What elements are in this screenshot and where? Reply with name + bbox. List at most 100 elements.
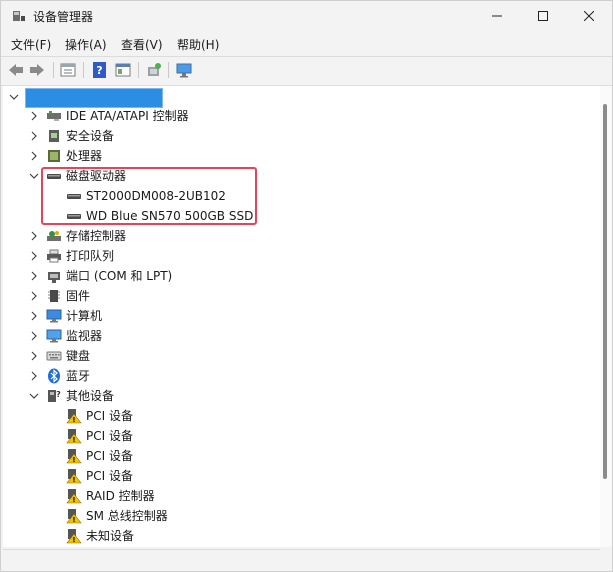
- other-device-label: PCI 设备: [86, 409, 133, 423]
- chevron-right-icon[interactable]: [29, 111, 39, 121]
- disk-drive-item[interactable]: ST2000DM008-2UB102: [66, 186, 226, 206]
- minimize-button[interactable]: [474, 1, 520, 31]
- svg-text:!: !: [72, 436, 75, 444]
- tree-item-label: 打印队列: [66, 249, 115, 263]
- disk-drive-icon: [67, 214, 81, 219]
- menu-file[interactable]: 文件(F): [11, 36, 51, 53]
- tree-item-label: 计算机: [66, 309, 103, 323]
- toolbar-separator: [138, 62, 139, 78]
- chevron-down-icon[interactable]: [29, 391, 39, 401]
- disk-drive-label: ST2000DM008-2UB102: [86, 189, 226, 203]
- tree-item-bluetooth[interactable]: 蓝牙: [46, 366, 90, 386]
- window-title: 设备管理器: [33, 10, 94, 24]
- tree-item-storage-controller[interactable]: 存储控制器: [46, 226, 126, 246]
- chevron-right-icon[interactable]: [29, 231, 39, 241]
- tree-item-computer[interactable]: 计算机: [46, 306, 102, 326]
- maximize-icon: [538, 11, 548, 21]
- tree-item-label: 磁盘驱动器: [66, 169, 127, 183]
- properties-icon[interactable]: [59, 61, 77, 79]
- back-arrow-icon[interactable]: [7, 61, 25, 79]
- tree-item-ide[interactable]: IDE ATA/ATAPI 控制器: [46, 106, 189, 126]
- view-icon[interactable]: [114, 61, 132, 79]
- menu-help[interactable]: 帮助(H): [177, 36, 219, 53]
- warning-device-icon: !: [66, 449, 82, 464]
- device-tree[interactable]: IDE ATA/ATAPI 控制器 安全设备 处理器 磁盘驱动器 ST2000D…: [3, 86, 600, 547]
- tree-item-label: 安全设备: [66, 129, 115, 143]
- firmware-icon: [48, 290, 60, 302]
- title-bar: 设备管理器: [1, 1, 612, 31]
- other-device-item[interactable]: ! PCI 设备: [66, 406, 133, 426]
- tree-item-print-queue[interactable]: 打印队列: [46, 246, 114, 266]
- vertical-scrollbar[interactable]: [600, 86, 612, 547]
- other-device-item[interactable]: ! RAID 控制器: [66, 486, 155, 506]
- computer-icon: [46, 309, 62, 323]
- tree-item-disk-drives[interactable]: 磁盘驱动器: [46, 166, 126, 186]
- svg-text:!: !: [72, 516, 75, 524]
- chevron-right-icon[interactable]: [29, 351, 39, 361]
- scan-hardware-icon[interactable]: [145, 61, 163, 79]
- help-icon[interactable]: ?: [91, 61, 109, 79]
- other-devices-icon: ?: [48, 390, 61, 402]
- display-icon[interactable]: [175, 61, 193, 79]
- toolbar-separator: [53, 62, 54, 78]
- ide-controller-icon: [47, 111, 61, 121]
- forward-arrow-icon[interactable]: [28, 61, 46, 79]
- other-device-item[interactable]: ! PCI 设备: [66, 446, 133, 466]
- chevron-right-icon[interactable]: [29, 251, 39, 261]
- tree-item-processor[interactable]: 处理器: [46, 146, 102, 166]
- chevron-down-icon[interactable]: [29, 171, 39, 181]
- other-device-item[interactable]: ! 未知设备: [66, 526, 134, 546]
- scrollbar-thumb[interactable]: [603, 104, 607, 479]
- maximize-button[interactable]: [520, 1, 566, 31]
- tree-item-monitor[interactable]: 监视器: [46, 326, 102, 346]
- warning-device-icon: !: [66, 429, 82, 444]
- other-device-item[interactable]: ! PCI 设备: [66, 426, 133, 446]
- other-device-item[interactable]: ! SM 总线控制器: [66, 506, 168, 526]
- chevron-right-icon[interactable]: [29, 371, 39, 381]
- warning-device-icon: !: [66, 409, 82, 424]
- disk-drive-icon: [67, 194, 81, 199]
- other-device-item[interactable]: ! PCI 设备: [66, 466, 133, 486]
- tree-item-security[interactable]: 安全设备: [46, 126, 114, 146]
- other-device-label: PCI 设备: [86, 449, 133, 463]
- svg-text:!: !: [72, 476, 75, 484]
- tree-item-firmware[interactable]: 固件: [46, 286, 90, 306]
- menu-bar: 文件(F) 操作(A) 查看(V) 帮助(H): [1, 33, 612, 55]
- chevron-right-icon[interactable]: [29, 311, 39, 321]
- tree-item-label: 其他设备: [66, 389, 115, 403]
- svg-text:!: !: [72, 416, 75, 424]
- close-button[interactable]: [566, 1, 612, 31]
- tree-item-keyboard[interactable]: 键盘: [46, 346, 90, 366]
- other-device-label: PCI 设备: [86, 469, 133, 483]
- menu-action[interactable]: 操作(A): [65, 36, 107, 53]
- chevron-right-icon[interactable]: [29, 271, 39, 281]
- other-device-label: SM 总线控制器: [86, 509, 168, 523]
- printer-icon: [47, 249, 61, 263]
- disk-drive-label: WD Blue SN570 500GB SSD: [86, 209, 254, 223]
- svg-text:!: !: [72, 456, 75, 464]
- status-bar: [3, 549, 600, 570]
- menu-view[interactable]: 查看(V): [121, 36, 163, 53]
- chevron-down-icon[interactable]: [9, 92, 19, 102]
- warning-device-icon: !: [66, 469, 82, 484]
- disk-drive-item[interactable]: WD Blue SN570 500GB SSD: [66, 206, 253, 226]
- other-device-label: 未知设备: [86, 529, 135, 543]
- svg-text:!: !: [72, 536, 75, 544]
- tree-item-other-devices[interactable]: ? 其他设备: [46, 386, 114, 406]
- warning-device-icon: !: [66, 489, 82, 504]
- chevron-right-icon[interactable]: [29, 131, 39, 141]
- processor-icon: [48, 150, 60, 162]
- chevron-right-icon[interactable]: [29, 331, 39, 341]
- warning-device-icon: !: [66, 529, 82, 544]
- toolbar-separator: [168, 62, 169, 78]
- disk-drive-icon: [47, 174, 61, 179]
- device-manager-window: 设备管理器 文件(F) 操作(A) 查看(V) 帮助(H) ? IDE ATA/…: [0, 0, 613, 572]
- storage-controller-icon: [47, 231, 61, 241]
- tree-item-label: 端口 (COM 和 LPT): [66, 269, 173, 283]
- chevron-right-icon[interactable]: [29, 151, 39, 161]
- monitor-icon: [46, 329, 62, 343]
- chevron-right-icon[interactable]: [29, 291, 39, 301]
- root-computer-node[interactable]: [25, 88, 163, 108]
- tree-item-ports[interactable]: 端口 (COM 和 LPT): [46, 266, 172, 286]
- svg-text:!: !: [72, 496, 75, 504]
